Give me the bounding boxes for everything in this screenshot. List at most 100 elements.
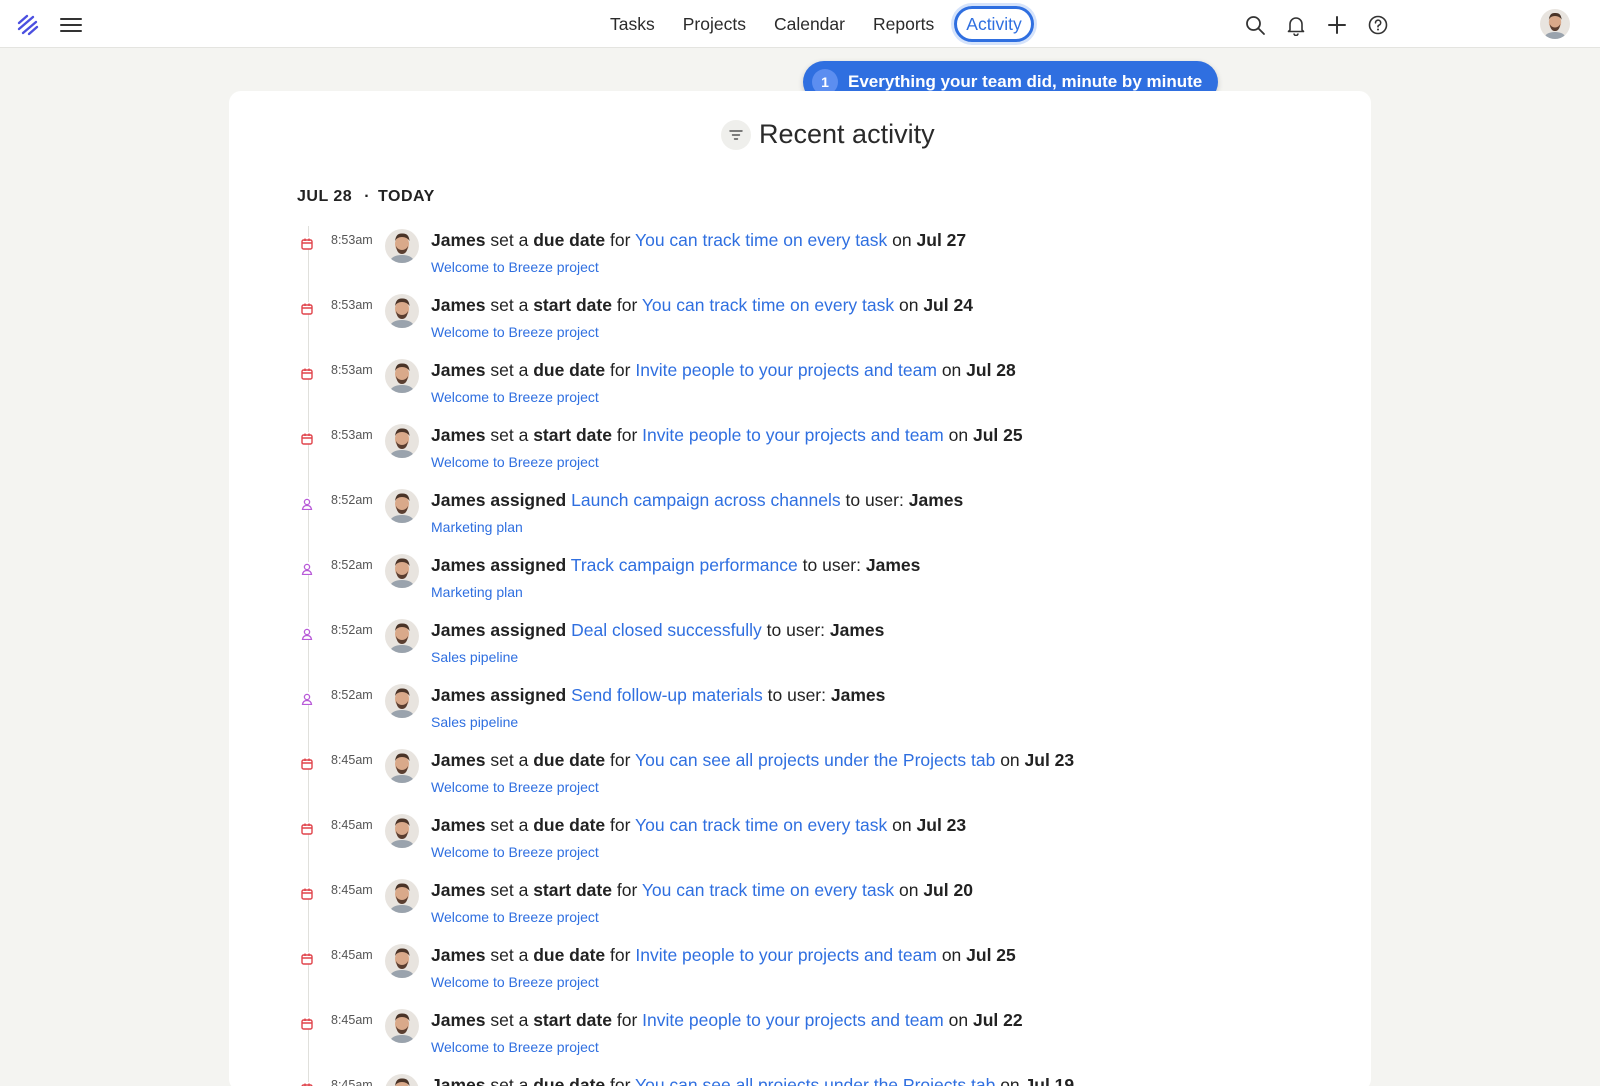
task-link[interactable]: Invite people to your projects and team <box>635 360 937 380</box>
filter-icon[interactable] <box>721 119 751 150</box>
activity-user: James <box>431 945 486 965</box>
project-link[interactable]: Sales pipeline <box>431 649 518 665</box>
activity-suffix: on <box>941 945 962 965</box>
project-link[interactable]: Welcome to Breeze project <box>431 389 599 405</box>
task-link[interactable]: Deal closed successfully <box>571 620 762 640</box>
activity-prep: for <box>610 750 631 770</box>
task-link[interactable]: You can track time on every task <box>635 230 887 250</box>
activity-row: 8:52am James assigned Deal closed success… <box>291 619 1291 684</box>
task-link[interactable]: Launch campaign across channels <box>571 490 840 510</box>
activity-user: James <box>431 815 486 835</box>
task-link[interactable]: You can see all projects under the Proje… <box>635 750 995 770</box>
activity-text: James set a start date for Invite people… <box>431 1009 1023 1031</box>
activity-value: Jul 22 <box>972 1010 1023 1030</box>
avatar[interactable] <box>385 554 419 588</box>
avatar[interactable] <box>385 944 419 978</box>
activity-row: 8:53am James set a start date for Invite … <box>291 424 1291 489</box>
activity-time: 8:52am <box>331 558 373 572</box>
activity-row: 8:45am James set a due date for You can t… <box>291 814 1291 879</box>
activity-row: 8:45am James set a due date for You can s… <box>291 1074 1291 1086</box>
project-link[interactable]: Welcome to Breeze project <box>431 324 599 340</box>
avatar[interactable] <box>385 229 419 263</box>
project-link[interactable]: Welcome to Breeze project <box>431 779 599 795</box>
project-link[interactable]: Sales pipeline <box>431 714 518 730</box>
breeze-logo-icon[interactable] <box>16 14 40 36</box>
avatar[interactable] <box>385 294 419 328</box>
avatar[interactable] <box>385 424 419 458</box>
activity-text: James assigned Send follow-up materials … <box>431 684 885 706</box>
activity-suffix: on <box>892 815 912 835</box>
activity-user: James <box>431 360 486 380</box>
project-link[interactable]: Welcome to Breeze project <box>431 454 599 470</box>
project-link[interactable]: Welcome to Breeze project <box>431 844 599 860</box>
task-link[interactable]: You can track time on every task <box>642 295 894 315</box>
activity-prep: for <box>616 1010 638 1030</box>
user-avatar[interactable] <box>1540 9 1570 39</box>
activity-row: 8:52am James assigned Send follow-up mate… <box>291 684 1291 749</box>
task-link[interactable]: You can see all projects under the Proje… <box>635 1075 995 1086</box>
activity-time: 8:52am <box>331 688 373 702</box>
nav-reports[interactable]: Reports <box>873 0 934 48</box>
activity-value: James <box>830 685 886 705</box>
activity-verb: set a <box>490 880 529 900</box>
top-bar: Tasks Projects Calendar Reports Activity <box>0 0 1600 48</box>
task-link[interactable]: Track campaign performance <box>571 555 798 575</box>
help-icon[interactable] <box>1367 14 1389 36</box>
activity-suffix: on <box>948 425 969 445</box>
avatar[interactable] <box>385 489 419 523</box>
activity-prep: for <box>610 360 631 380</box>
activity-text: James set a due date for Invite people t… <box>431 944 1016 966</box>
bell-icon[interactable] <box>1285 14 1307 37</box>
activity-field: due date <box>533 815 606 835</box>
menu-icon[interactable] <box>60 16 82 34</box>
project-link[interactable]: Marketing plan <box>431 519 523 535</box>
nav-projects[interactable]: Projects <box>683 0 746 48</box>
project-link[interactable]: Welcome to Breeze project <box>431 909 599 925</box>
task-link[interactable]: Invite people to your projects and team <box>642 1010 944 1030</box>
activity-value: James <box>829 620 885 640</box>
avatar[interactable] <box>385 879 419 913</box>
project-link[interactable]: Welcome to Breeze project <box>431 1039 599 1055</box>
avatar[interactable] <box>385 359 419 393</box>
activity-verb: set a <box>490 1075 529 1086</box>
project-link[interactable]: Marketing plan <box>431 584 523 600</box>
activity-user: James <box>431 230 486 250</box>
nav-calendar[interactable]: Calendar <box>774 0 845 48</box>
task-link[interactable]: You can track time on every task <box>635 815 887 835</box>
task-link[interactable]: Invite people to your projects and team <box>642 425 944 445</box>
activity-verb: set a <box>490 750 529 770</box>
nav-activity[interactable]: Activity <box>954 6 1034 42</box>
activity-user: James <box>431 295 486 315</box>
activity-field: start date <box>533 425 612 445</box>
plus-icon[interactable] <box>1326 14 1348 36</box>
activity-suffix: on <box>898 295 919 315</box>
project-link[interactable]: Welcome to Breeze project <box>431 259 599 275</box>
avatar[interactable] <box>385 814 419 848</box>
task-link[interactable]: Invite people to your projects and team <box>635 945 937 965</box>
activity-field: due date <box>533 1075 606 1086</box>
activity-value: Jul 27 <box>916 230 967 250</box>
activity-user: James <box>431 1010 486 1030</box>
avatar[interactable] <box>385 619 419 653</box>
activity-time: 8:52am <box>331 623 373 637</box>
activity-row: 8:45am James set a due date for Invite pe… <box>291 944 1291 1009</box>
activity-field: assigned <box>490 620 567 640</box>
activity-row: 8:52am James assigned Track campaign perf… <box>291 554 1291 619</box>
task-link[interactable]: You can track time on every task <box>642 880 894 900</box>
activity-field: due date <box>533 360 606 380</box>
project-link[interactable]: Welcome to Breeze project <box>431 974 599 990</box>
avatar[interactable] <box>385 749 419 783</box>
activity-verb: set a <box>490 815 529 835</box>
activity-time: 8:53am <box>331 298 373 312</box>
date-label: JUL 28 <box>297 188 353 205</box>
avatar[interactable] <box>385 1074 419 1086</box>
nav-tasks[interactable]: Tasks <box>610 0 655 48</box>
task-link[interactable]: Send follow-up materials <box>571 685 763 705</box>
avatar[interactable] <box>385 684 419 718</box>
date-separator: · <box>364 188 371 205</box>
search-icon[interactable] <box>1244 14 1266 36</box>
avatar[interactable] <box>385 1009 419 1043</box>
activity-verb: set a <box>490 295 529 315</box>
activity-text: James assigned Launch campaign across ch… <box>431 489 963 511</box>
activity-suffix: to user: <box>767 685 826 705</box>
